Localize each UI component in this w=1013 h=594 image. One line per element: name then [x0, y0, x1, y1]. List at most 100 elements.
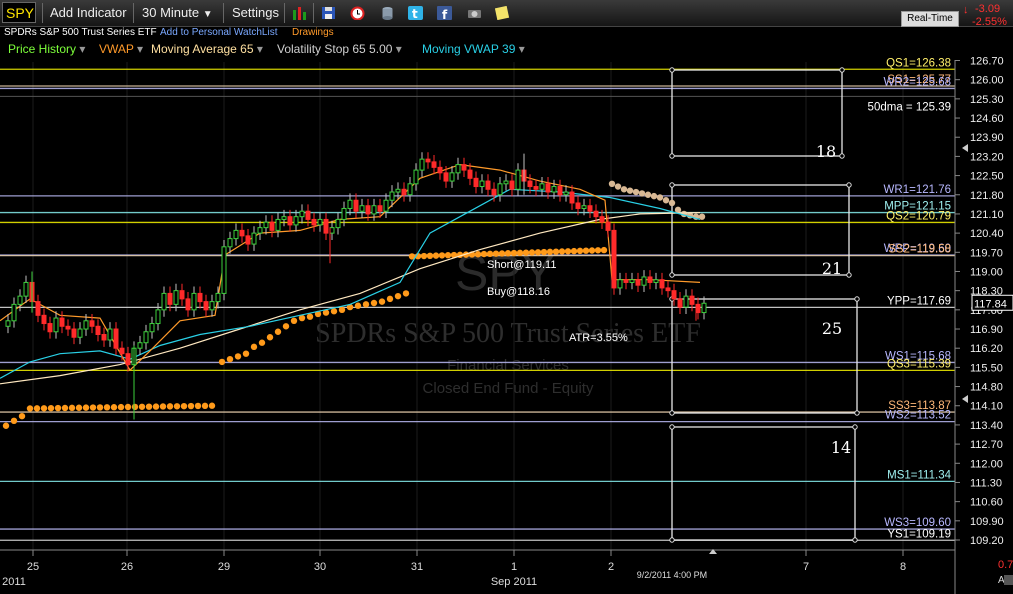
stop-dot: [354, 302, 362, 309]
stop-dot: [362, 301, 370, 308]
candle-down: [623, 279, 629, 283]
stop-dot: [152, 403, 160, 410]
candle-up: [629, 279, 635, 283]
level-label: WS3=109.60: [884, 517, 951, 529]
candle-up: [263, 221, 269, 229]
study-2[interactable]: Moving Average 65 ▾: [151, 42, 263, 56]
chevron-down-icon: ▾: [518, 42, 525, 56]
candle-up: [563, 191, 569, 196]
stop-dot: [386, 295, 394, 303]
candle-down: [545, 183, 551, 193]
price-tick-label: 123.90: [970, 132, 1004, 144]
candle-up: [395, 188, 401, 193]
candle-up: [77, 328, 83, 338]
interval-dropdown[interactable]: 30 Minute ▼: [142, 0, 213, 26]
stop-dot: [89, 404, 97, 411]
price-chart[interactable]: SPY SPDRs S&P 500 Trust Series ETF Financi…: [0, 0, 1013, 594]
box-handle: [846, 182, 852, 188]
target-box-label: 25: [822, 319, 842, 338]
candle-down: [431, 161, 437, 168]
symbol-input[interactable]: SPY: [2, 2, 36, 23]
toolbar-divider: [223, 3, 224, 23]
candle-down: [473, 177, 479, 188]
candle-up: [449, 172, 455, 182]
stop-dot-tan: [626, 187, 634, 194]
svg-text:t: t: [412, 7, 418, 20]
study-0[interactable]: Price History ▾: [8, 42, 85, 56]
box-handle: [846, 272, 852, 278]
candle-up: [143, 331, 149, 344]
stop-dot: [426, 252, 434, 260]
candle-down: [443, 172, 449, 182]
toolbar-divider: [284, 3, 285, 23]
study-4[interactable]: Moving VWAP 39 ▾: [422, 42, 525, 56]
database-icon[interactable]: [380, 6, 395, 20]
price-tick-label: 114.10: [970, 401, 1003, 413]
bottom-right-value: 0.7: [998, 559, 1013, 571]
stop-dot: [564, 248, 572, 255]
watermark-name: SPDRs S&P 500 Trust Series ETF: [315, 318, 701, 349]
settings-button[interactable]: Settings: [232, 0, 279, 26]
box-handle: [854, 410, 860, 416]
add-watchlist-link[interactable]: Add to Personal WatchList: [160, 27, 277, 38]
candle-down: [305, 210, 311, 220]
level-label: YS1=109.19: [887, 528, 951, 540]
price-tick-label: 122.50: [970, 171, 1004, 183]
stop-dot: [82, 404, 90, 411]
candle-up: [299, 210, 305, 218]
level-label: SS2=119.58: [888, 244, 951, 256]
stop-dot: [110, 404, 118, 411]
short-annotation: Short@119.11: [487, 259, 556, 271]
drawings-link[interactable]: Drawings: [292, 27, 334, 38]
stop-dot: [438, 252, 446, 259]
stop-dot: [2, 422, 10, 429]
study-3[interactable]: Volatility Stop 65 5.00 ▾: [277, 42, 402, 56]
stop-dot: [10, 417, 18, 425]
stop-dot: [528, 249, 536, 256]
candle-up: [281, 216, 287, 220]
candle-down: [185, 298, 191, 311]
candle-up: [497, 183, 503, 196]
stop-dot: [474, 251, 482, 258]
stop-dot: [540, 248, 548, 256]
candle-up: [275, 218, 281, 231]
stop-dot: [432, 252, 440, 259]
stop-dot: [61, 404, 69, 412]
candle-down: [287, 216, 293, 226]
add-indicator-button[interactable]: Add Indicator: [50, 0, 127, 26]
twitter-icon[interactable]: t: [408, 6, 423, 20]
chevron-down-icon: ▼: [202, 9, 213, 20]
current-price-label: 117.84: [974, 298, 1007, 310]
stop-dot: [498, 250, 506, 257]
candle-down: [179, 290, 185, 300]
candle-up: [701, 302, 707, 314]
camera-icon[interactable]: [467, 6, 482, 20]
price-tick-label: 109.90: [970, 516, 1004, 528]
facebook-icon[interactable]: f: [437, 6, 452, 20]
price-tick-label: 119.00: [970, 266, 1003, 278]
stop-dot-tan: [644, 191, 652, 198]
stop-dot: [522, 249, 530, 256]
stop-dot: [250, 343, 258, 351]
stop-dot: [218, 358, 226, 366]
candle-up: [191, 292, 197, 311]
candle-up: [347, 199, 353, 209]
candle-down: [593, 210, 599, 218]
price-tick-label: 121.80: [970, 190, 1004, 202]
bar-chart-icon[interactable]: [292, 6, 307, 20]
stop-dot: [26, 405, 34, 412]
price-tick-label: 111.30: [970, 477, 1002, 489]
note-icon[interactable]: [495, 6, 510, 20]
candle-down: [467, 169, 473, 179]
price-tick-label: 124.60: [970, 113, 1004, 125]
candle-down: [491, 188, 497, 196]
alarm-clock-icon[interactable]: [350, 6, 365, 20]
candle-up: [227, 238, 233, 248]
security-name: SPDRs S&P 500 Trust Series ETF: [4, 27, 157, 38]
candle-down: [65, 325, 71, 330]
chevron-down-icon: ▾: [256, 42, 263, 56]
study-1[interactable]: VWAP ▾: [99, 42, 143, 56]
save-icon[interactable]: [321, 6, 336, 20]
candle-down: [437, 166, 443, 174]
candle-up: [17, 295, 23, 305]
